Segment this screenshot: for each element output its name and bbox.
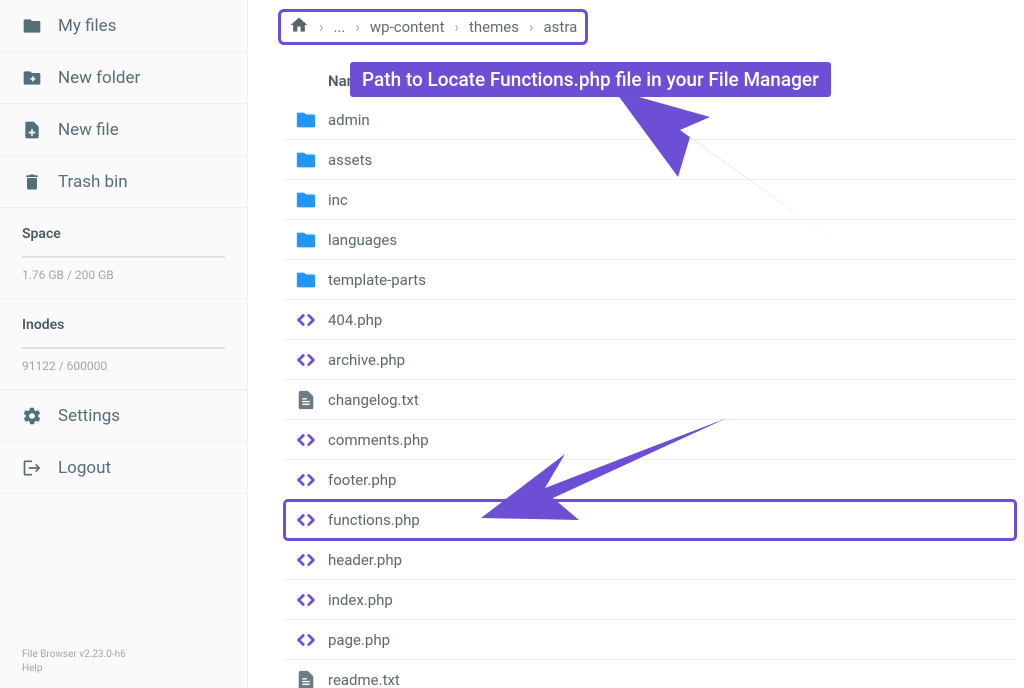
sidebar-item-label: Trash bin xyxy=(58,172,128,192)
space-metric: Space 1.76 GB / 200 GB xyxy=(0,208,247,299)
folder-icon xyxy=(22,16,42,36)
chevron-right-icon: › xyxy=(445,18,470,36)
code-icon xyxy=(284,629,328,651)
folder-icon xyxy=(284,109,328,131)
file-name: inc xyxy=(328,191,348,209)
home-icon[interactable] xyxy=(289,15,309,39)
sidebar-item-label: Settings xyxy=(58,406,120,426)
breadcrumb-segment[interactable]: wp-content xyxy=(370,18,445,36)
folder-icon xyxy=(284,269,328,291)
folder-icon xyxy=(284,189,328,211)
breadcrumb-segment[interactable]: themes xyxy=(469,18,519,36)
app-footer: File Browser v2.23.0-h6 Help xyxy=(22,648,126,676)
file-row[interactable]: 404.php xyxy=(284,300,1016,340)
file-row[interactable]: index.php xyxy=(284,580,1016,620)
inodes-value: 91122 / 600000 xyxy=(22,359,225,373)
doc-icon xyxy=(284,669,328,688)
breadcrumb-ellipsis[interactable]: ... xyxy=(334,18,346,36)
code-icon xyxy=(284,349,328,371)
file-name: footer.php xyxy=(328,471,396,489)
code-icon xyxy=(284,309,328,331)
sidebar-item-settings[interactable]: Settings xyxy=(0,390,247,442)
file-row[interactable]: readme.txt xyxy=(284,660,1016,688)
folder-icon xyxy=(284,229,328,251)
trash-icon xyxy=(22,172,42,192)
inodes-title: Inodes xyxy=(22,317,225,333)
file-name: header.php xyxy=(328,551,402,569)
breadcrumb-segment[interactable]: astra xyxy=(544,18,578,36)
sidebar-item-new-file[interactable]: New file xyxy=(0,104,247,156)
annotation-arrow-icon xyxy=(475,410,735,530)
sidebar-item-trash[interactable]: Trash bin xyxy=(0,156,247,208)
file-name: admin xyxy=(328,111,370,129)
file-name: languages xyxy=(328,231,397,249)
chevron-right-icon: › xyxy=(309,18,334,36)
sidebar-item-label: New folder xyxy=(58,68,140,88)
chevron-right-icon: › xyxy=(345,18,370,36)
file-name: archive.php xyxy=(328,351,405,369)
annotation-banner: Path to Locate Functions.php file in you… xyxy=(350,62,831,97)
file-row[interactable]: page.php xyxy=(284,620,1016,660)
breadcrumb-box: › ... › wp-content › themes › astra xyxy=(278,9,588,45)
new-folder-icon xyxy=(22,68,42,88)
space-bar xyxy=(22,256,225,258)
chevron-right-icon: › xyxy=(519,18,544,36)
sidebar: My files New folder New file Trash bin S… xyxy=(0,0,248,688)
code-icon xyxy=(284,429,328,451)
file-row[interactable]: archive.php xyxy=(284,340,1016,380)
gear-icon xyxy=(22,406,42,426)
annotation-arrow-icon xyxy=(600,82,860,262)
breadcrumb: › ... › wp-content › themes › astra xyxy=(278,0,1024,42)
logout-icon xyxy=(22,458,42,478)
sidebar-item-my-files[interactable]: My files xyxy=(0,0,247,52)
sidebar-item-logout[interactable]: Logout xyxy=(0,442,247,494)
code-icon xyxy=(284,589,328,611)
help-link[interactable]: Help xyxy=(22,662,126,676)
space-title: Space xyxy=(22,226,225,242)
file-row[interactable]: header.php xyxy=(284,540,1016,580)
sidebar-item-label: New file xyxy=(58,120,119,140)
code-icon xyxy=(284,549,328,571)
file-name: index.php xyxy=(328,591,393,609)
file-name: assets xyxy=(328,151,372,169)
file-name: changelog.txt xyxy=(328,391,419,409)
inodes-metric: Inodes 91122 / 600000 xyxy=(0,299,247,390)
doc-icon xyxy=(284,389,328,411)
sidebar-item-label: My files xyxy=(58,16,116,36)
sidebar-item-new-folder[interactable]: New folder xyxy=(0,52,247,104)
file-name: page.php xyxy=(328,631,390,649)
file-name: template-parts xyxy=(328,271,426,289)
folder-icon xyxy=(284,149,328,171)
file-row[interactable]: template-parts xyxy=(284,260,1016,300)
file-name: readme.txt xyxy=(328,671,400,688)
file-name: comments.php xyxy=(328,431,429,449)
new-file-icon xyxy=(22,120,42,140)
version-text: File Browser v2.23.0-h6 xyxy=(22,648,126,662)
sidebar-item-label: Logout xyxy=(58,458,111,478)
file-name: 404.php xyxy=(328,311,382,329)
file-name: functions.php xyxy=(328,511,420,529)
code-icon xyxy=(284,469,328,491)
code-icon xyxy=(284,509,328,531)
inodes-bar xyxy=(22,347,225,349)
space-value: 1.76 GB / 200 GB xyxy=(22,268,225,282)
